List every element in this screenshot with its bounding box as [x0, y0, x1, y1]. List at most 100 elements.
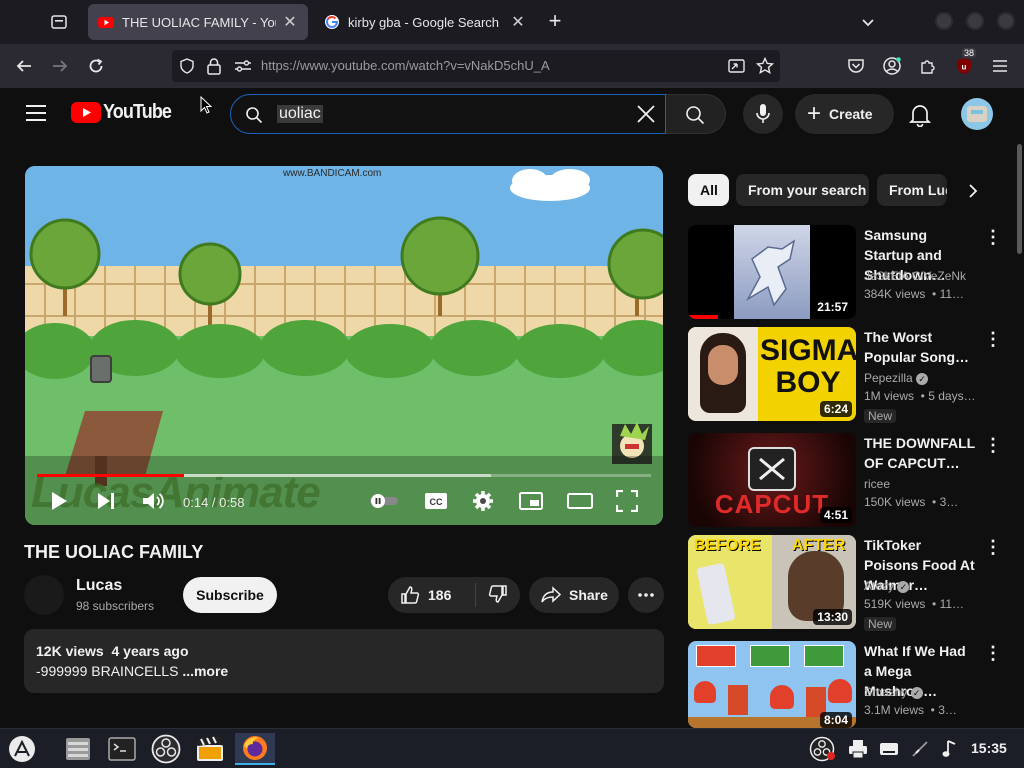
recommended-video[interactable]: 21:57 Samsung Startup and Shutdown… JeSk… [688, 225, 1018, 319]
more-vertical-icon[interactable]: ⋮ [984, 643, 1002, 664]
pocket-icon[interactable] [843, 53, 869, 79]
like-dislike-group: 186 [388, 577, 520, 613]
like-button[interactable]: 186 [388, 583, 476, 607]
close-tab-icon[interactable]: ✕ [510, 12, 526, 32]
video-thumbnail[interactable]: 8:04 [688, 641, 856, 728]
video-player[interactable]: www.BANDICAM.com LucasAnimate 0:14 / 0:5… [25, 166, 663, 525]
video-thumbnail[interactable]: BEFORE AFTER 13:30 [688, 535, 856, 629]
chevron-down-icon[interactable] [855, 9, 881, 35]
user-avatar[interactable] [961, 98, 993, 130]
recommended-video[interactable]: SIGMA BOY 6:24 The Worst Popular Song… P… [688, 327, 1018, 423]
close-tab-icon[interactable]: ✕ [282, 12, 298, 32]
video-thumbnail[interactable]: CAPCUT 4:51 [688, 433, 856, 527]
obs-tray-icon[interactable] [806, 733, 838, 765]
forward-arrow-icon[interactable] [47, 53, 73, 79]
more-actions-button[interactable] [628, 577, 664, 613]
more-vertical-icon[interactable]: ⋮ [984, 227, 1002, 248]
minimize-window-button[interactable] [935, 12, 953, 30]
bookmark-star-icon[interactable] [756, 57, 774, 75]
youtube-logo[interactable]: YouTube [71, 101, 179, 124]
notifications-bell-icon[interactable] [908, 103, 932, 132]
theater-mode-button[interactable] [567, 490, 593, 517]
channel-avatar[interactable] [24, 575, 64, 615]
recommended-video[interactable]: BEFORE AFTER 13:30 TikToker Poisons Food… [688, 535, 1018, 631]
page-scrollbar[interactable] [1017, 144, 1022, 254]
more-vertical-icon[interactable]: ⋮ [984, 537, 1002, 558]
more-vertical-icon[interactable]: ⋮ [984, 435, 1002, 456]
channel-name[interactable]: Atozy ✓ [864, 579, 910, 593]
account-icon[interactable] [879, 53, 905, 79]
channel-label: Pepezilla [864, 371, 913, 385]
guide-menu-icon[interactable] [25, 104, 47, 127]
fullscreen-button[interactable] [615, 489, 639, 517]
tab-youtube[interactable]: THE UOLIAC FAMILY - YouTub ✕ [88, 4, 308, 40]
channel-name[interactable]: JeSkElA CiVeZeNk [864, 269, 966, 283]
search-icon [246, 107, 263, 124]
reload-icon[interactable] [83, 53, 109, 79]
search-button[interactable] [666, 94, 726, 134]
video-title[interactable]: THE DOWNFALL OF CAPCUT… [864, 433, 976, 473]
video-editor-icon[interactable] [194, 733, 226, 765]
application-launcher-icon[interactable] [6, 733, 38, 765]
ublock-origin-icon[interactable]: u 38 [951, 48, 977, 79]
obs-studio-icon[interactable] [150, 733, 182, 765]
system-clock[interactable]: 15:35 [971, 740, 1007, 756]
address-bar[interactable]: https://www.youtube.com/watch?v=vNakD5ch… [172, 50, 780, 82]
lock-icon[interactable] [206, 57, 222, 75]
plus-icon: + [807, 100, 822, 127]
dislike-button[interactable] [476, 584, 508, 607]
next-button[interactable] [95, 490, 117, 517]
settings-button[interactable] [472, 490, 494, 517]
recommended-video[interactable]: 8:04 What If We Had a Mega Mushroo… Smas… [688, 641, 1018, 728]
thumbnail-text-before: BEFORE [694, 537, 761, 554]
hamburger-menu-icon[interactable] [987, 53, 1013, 79]
play-button[interactable] [48, 490, 70, 517]
channel-name[interactable]: Smashy ✓ [864, 685, 923, 699]
extensions-puzzle-icon[interactable] [915, 53, 941, 79]
new-tab-button[interactable]: + [542, 8, 568, 34]
close-window-button[interactable] [997, 12, 1015, 30]
captions-button[interactable]: CC [424, 490, 448, 517]
subscribe-button[interactable]: Subscribe [183, 577, 277, 613]
more-link[interactable]: ...more [182, 663, 228, 679]
chevron-right-icon[interactable] [967, 182, 979, 205]
terminal-icon[interactable] [106, 733, 138, 765]
chip-all[interactable]: All [688, 174, 729, 206]
youtube-header: YouTube uoliac + Create [0, 88, 1024, 144]
clear-search-icon[interactable] [636, 104, 656, 124]
search-input[interactable]: uoliac [230, 94, 666, 134]
progress-played [37, 474, 185, 477]
description-box[interactable]: 12K views 4 years ago -999999 BRAINCELLS… [24, 629, 664, 693]
volume-button[interactable] [141, 490, 165, 517]
printer-icon[interactable] [842, 733, 874, 765]
network-disconnected-icon[interactable] [904, 733, 936, 765]
tab-google-search[interactable]: kirby gba - Google Search ✕ [314, 4, 536, 40]
tab-overview-icon[interactable] [46, 9, 72, 35]
channel-name[interactable]: ricee [864, 477, 890, 491]
progress-bar[interactable] [37, 474, 651, 477]
shield-icon[interactable] [179, 58, 195, 74]
keyboard-icon[interactable] [873, 733, 905, 765]
create-button[interactable]: + Create [795, 94, 894, 134]
back-arrow-icon[interactable] [11, 53, 37, 79]
autoplay-toggle[interactable] [368, 493, 400, 514]
chip-from-lucas[interactable]: From Lucas [877, 174, 947, 206]
permissions-icon[interactable] [234, 58, 252, 74]
miniplayer-button[interactable] [519, 490, 543, 517]
video-thumbnail[interactable]: 21:57 [688, 225, 856, 319]
video-thumbnail[interactable]: SIGMA BOY 6:24 [688, 327, 856, 421]
recommended-video[interactable]: CAPCUT 4:51 THE DOWNFALL OF CAPCUT… rice… [688, 433, 1018, 527]
video-duration: 6:24 [819, 401, 852, 417]
audio-music-icon[interactable] [934, 733, 966, 765]
more-vertical-icon[interactable]: ⋮ [984, 329, 1002, 350]
maximize-window-button[interactable] [966, 12, 984, 30]
channel-name[interactable]: Pepezilla ✓ [864, 371, 929, 385]
chip-from-your-search[interactable]: From your search [736, 174, 869, 206]
share-button[interactable]: Share [529, 577, 619, 613]
file-manager-icon[interactable] [62, 733, 94, 765]
firefox-taskbar-icon[interactable] [235, 733, 275, 765]
channel-name[interactable]: Lucas [76, 577, 122, 595]
video-title[interactable]: The Worst Popular Song… [864, 327, 976, 367]
voice-search-button[interactable] [743, 94, 783, 134]
picture-in-picture-icon[interactable] [728, 58, 745, 74]
